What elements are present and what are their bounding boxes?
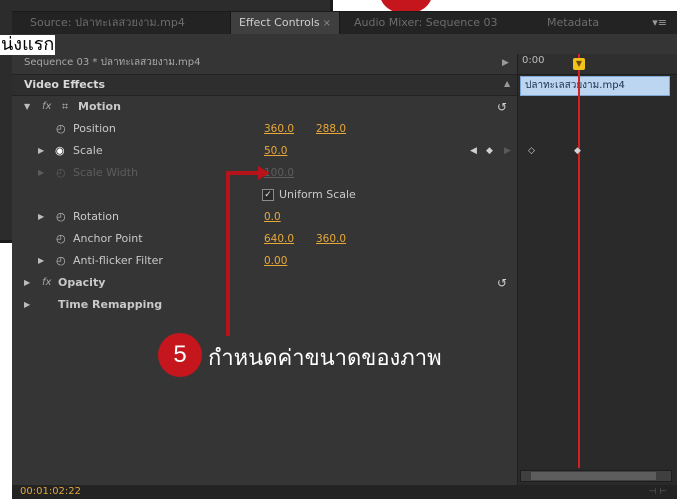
motion-transform-icon[interactable]: ⌗ (62, 96, 68, 118)
position-label: Position (73, 122, 116, 135)
callout-hook (226, 171, 262, 175)
anti-flicker-value[interactable]: 0.00 (264, 250, 287, 272)
playhead-line[interactable] (578, 54, 580, 468)
anchor-point-x-value[interactable]: 640.0 (264, 228, 294, 250)
expand-triangle-icon: ▶ (38, 168, 45, 177)
close-icon[interactable]: × (323, 18, 331, 29)
timeline-scrollbar-thumb[interactable] (531, 472, 656, 480)
effect-controls-panel: Source: ปลาทะเลสวยงาม.mp4 Effect Control… (12, 11, 677, 499)
current-time-readout[interactable]: 00:01:02:22 (20, 486, 81, 497)
anchor-point-y-value[interactable]: 360.0 (316, 228, 346, 250)
scale-value[interactable]: 50.0 (264, 140, 287, 162)
play-only-clip-icon[interactable]: ▶ (502, 54, 509, 72)
expand-triangle-icon[interactable]: ▶ (38, 250, 44, 272)
expand-triangle-icon[interactable]: ▶ (38, 140, 44, 162)
status-bar: 00:01:02:22 ⊣ ⊢ (12, 485, 677, 499)
panel-tab-bar: Source: ปลาทะเลสวยงาม.mp4 Effect Control… (12, 12, 677, 34)
property-row-anchor-point: ◴ Anchor Point 640.0 360.0 (12, 228, 517, 250)
timeline-time-label: 0:00 (522, 55, 545, 66)
rotation-value[interactable]: 0.0 (264, 206, 281, 228)
panel-menu-icon[interactable]: ▾≡ (652, 12, 667, 34)
property-row-position: ◴ Position 360.0 288.0 (12, 118, 517, 140)
rotation-label: Rotation (73, 210, 120, 223)
tab-audio-mixer[interactable]: Audio Mixer: Sequence 03 (354, 12, 498, 34)
stopwatch-active-icon[interactable]: ◉ (55, 140, 65, 162)
anchor-point-label: Anchor Point (73, 232, 143, 245)
callout-arrow-icon (258, 166, 270, 180)
property-row-scale: ▶ ◉ Scale 50.0 ◀ ◆ ▶ (12, 140, 517, 162)
reset-icon[interactable]: ↺ (497, 96, 507, 118)
expand-triangle-icon[interactable]: ▶ (24, 272, 30, 294)
property-row-anti-flicker: ▶ ◴ Anti-flicker Filter 0.00 (12, 250, 517, 272)
motion-label: Motion (78, 100, 121, 113)
video-effects-header: Video Effects (12, 74, 517, 96)
effect-row-motion[interactable]: ▼ fx ⌗ Motion ↺ (12, 96, 517, 118)
expand-triangle-icon[interactable]: ▼ (24, 96, 30, 118)
property-row-rotation: ▶ ◴ Rotation 0.0 (12, 206, 517, 228)
stopwatch-icon[interactable]: ◴ (56, 206, 66, 228)
anti-flicker-label: Anti-flicker Filter (73, 254, 163, 267)
fx-icon[interactable]: fx (42, 272, 51, 294)
callout-text: กำหนดค่าขนาดของภาพ (208, 346, 442, 371)
next-keyframe-icon[interactable]: ▶ (504, 140, 511, 162)
overlay-partial-text: น่งแรก (0, 34, 56, 55)
timeline-scrollbar[interactable] (520, 470, 672, 482)
uniform-scale-checkbox[interactable]: ✓ (262, 189, 274, 201)
position-y-value[interactable]: 288.0 (316, 118, 346, 140)
timeline-ruler[interactable]: 0:00 (518, 54, 677, 75)
scroll-up-icon[interactable]: ▲ (504, 74, 510, 94)
expand-triangle-icon[interactable]: ▶ (38, 206, 44, 228)
keyframe-icon[interactable]: ◆ (574, 146, 581, 156)
uniform-scale-label: Uniform Scale (279, 188, 356, 201)
time-remapping-label: Time Remapping (58, 298, 163, 311)
add-keyframe-icon[interactable]: ◆ (486, 140, 493, 162)
stopwatch-icon[interactable]: ◴ (56, 228, 66, 250)
effect-row-time-remapping[interactable]: ▶ Time Remapping (12, 294, 517, 316)
fx-icon[interactable]: fx (42, 96, 51, 118)
stopwatch-icon[interactable]: ◴ (56, 118, 66, 140)
expand-triangle-icon[interactable]: ▶ (24, 294, 30, 316)
sequence-label: Sequence 03 * ปลาทะเลสวยงาม.mp4 (12, 54, 517, 72)
playhead-icon[interactable]: ▼ (573, 58, 585, 70)
scale-width-label: Scale Width (73, 166, 139, 179)
timeline-clip[interactable]: ปลาทะเลสวยงาม.mp4 (520, 76, 670, 96)
keyframe-icon[interactable]: ◇ (528, 146, 535, 156)
property-row-uniform-scale: ✓ Uniform Scale (12, 184, 517, 206)
effect-timeline[interactable]: 0:00 ปลาทะเลสวยงาม.mp4 ▼ ◇ ◆ (517, 54, 677, 499)
position-x-value[interactable]: 360.0 (264, 118, 294, 140)
tab-source[interactable]: Source: ปลาทะเลสวยงาม.mp4 (30, 12, 185, 34)
prev-keyframe-icon[interactable]: ◀ (470, 140, 477, 162)
scale-label: Scale (73, 144, 103, 157)
zoom-controls-icon[interactable]: ⊣ ⊢ (640, 485, 667, 499)
tab-effect-controls[interactable]: Effect Controls × (230, 12, 341, 34)
callout-line (226, 173, 230, 336)
opacity-label: Opacity (58, 276, 106, 289)
tab-metadata[interactable]: Metadata (547, 12, 599, 34)
effect-row-opacity[interactable]: ▶ fx Opacity ↺ (12, 272, 517, 294)
callout-number-badge: 5 (158, 333, 202, 377)
tab-effect-controls-label: Effect Controls (239, 16, 320, 29)
reset-icon[interactable]: ↺ (497, 272, 507, 294)
stopwatch-icon[interactable]: ◴ (56, 250, 66, 272)
stopwatch-icon: ◴ (56, 166, 66, 179)
